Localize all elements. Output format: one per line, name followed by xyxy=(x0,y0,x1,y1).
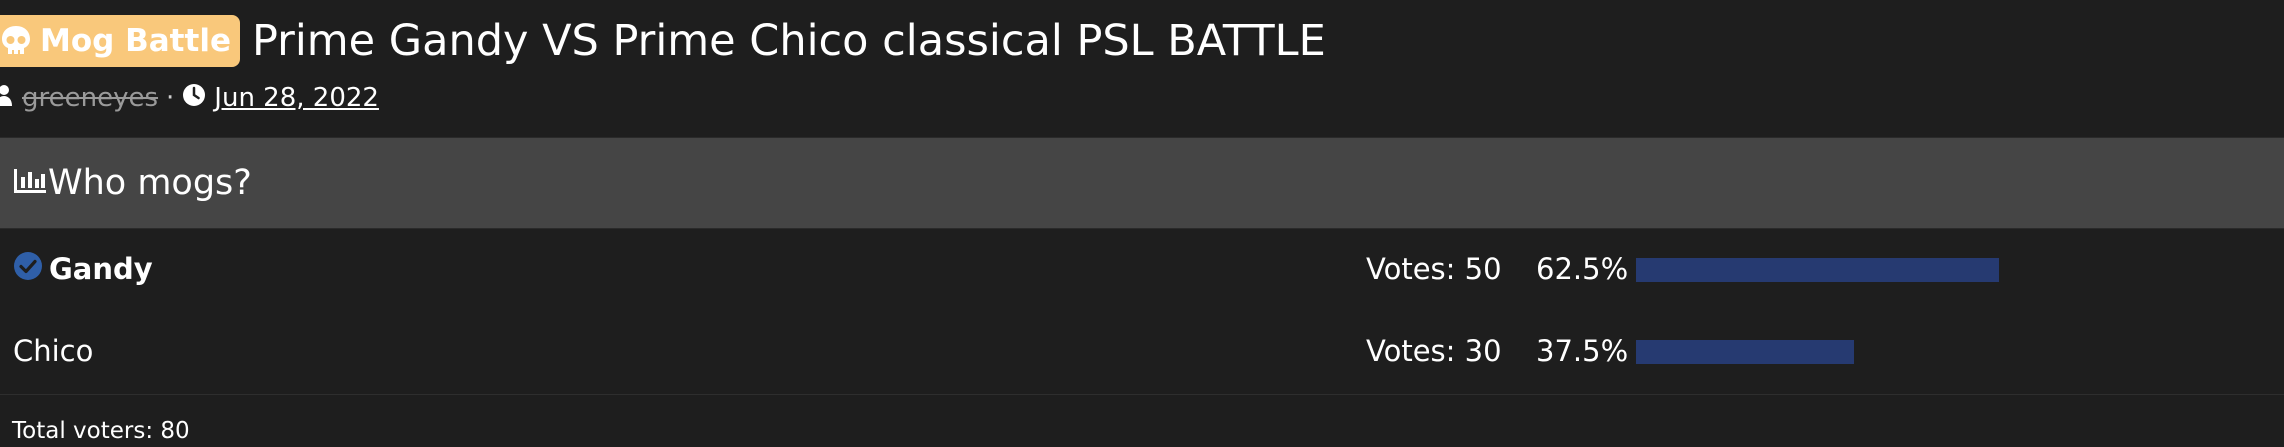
poll-option: Chico xyxy=(13,310,93,392)
poll-title: Who mogs? xyxy=(48,163,252,203)
poll-header: Who mogs? xyxy=(0,137,2284,229)
poll-option-bar-fill xyxy=(1636,340,1854,364)
thread-date[interactable]: Jun 28, 2022 xyxy=(214,83,379,113)
poll-option-percent: 62.5% xyxy=(1536,252,1629,286)
prefix-label: Mog Battle xyxy=(40,22,231,59)
clock-icon xyxy=(182,83,206,114)
thread-header: Mog Battle Prime Gandy VS Prime Chico cl… xyxy=(0,0,2284,137)
poll-option-label: Chico xyxy=(13,334,94,368)
poll-option-percent: 37.5% xyxy=(1536,334,1629,368)
poll-option-row: Gandy Votes: 50 62.5% xyxy=(0,228,2284,310)
poll-total-voters: Total voters: 80 xyxy=(12,418,190,444)
prefix-badge[interactable]: Mog Battle xyxy=(0,14,240,67)
title-row: Mog Battle Prime Gandy VS Prime Chico cl… xyxy=(0,13,1326,68)
poll-option-bar xyxy=(1636,340,2216,364)
poll-option-row: Chico Votes: 30 37.5% xyxy=(0,310,2284,392)
poll-option-votes: Votes: 50 xyxy=(1366,252,1502,286)
bar-chart-icon xyxy=(0,165,48,201)
poll-option-votes: Votes: 30 xyxy=(1366,334,1502,368)
poll-option-bar xyxy=(1636,258,2216,282)
thread-title: Prime Gandy VS Prime Chico classical PSL… xyxy=(251,15,1326,66)
user-icon xyxy=(0,83,14,113)
skull-icon xyxy=(0,24,32,58)
poll-option-bar-fill xyxy=(1636,258,1999,282)
poll-divider xyxy=(0,394,2284,395)
poll-results: Gandy Votes: 50 62.5% Chico Votes: 30 37… xyxy=(0,228,2284,392)
thread-meta: greeneyes · Jun 28, 2022 xyxy=(0,80,379,116)
poll-option-label: Gandy xyxy=(49,252,153,286)
poll-option: Gandy xyxy=(13,228,153,310)
check-circle-icon xyxy=(13,251,43,288)
meta-separator: · xyxy=(166,83,175,113)
author-link[interactable]: greeneyes xyxy=(22,83,158,113)
